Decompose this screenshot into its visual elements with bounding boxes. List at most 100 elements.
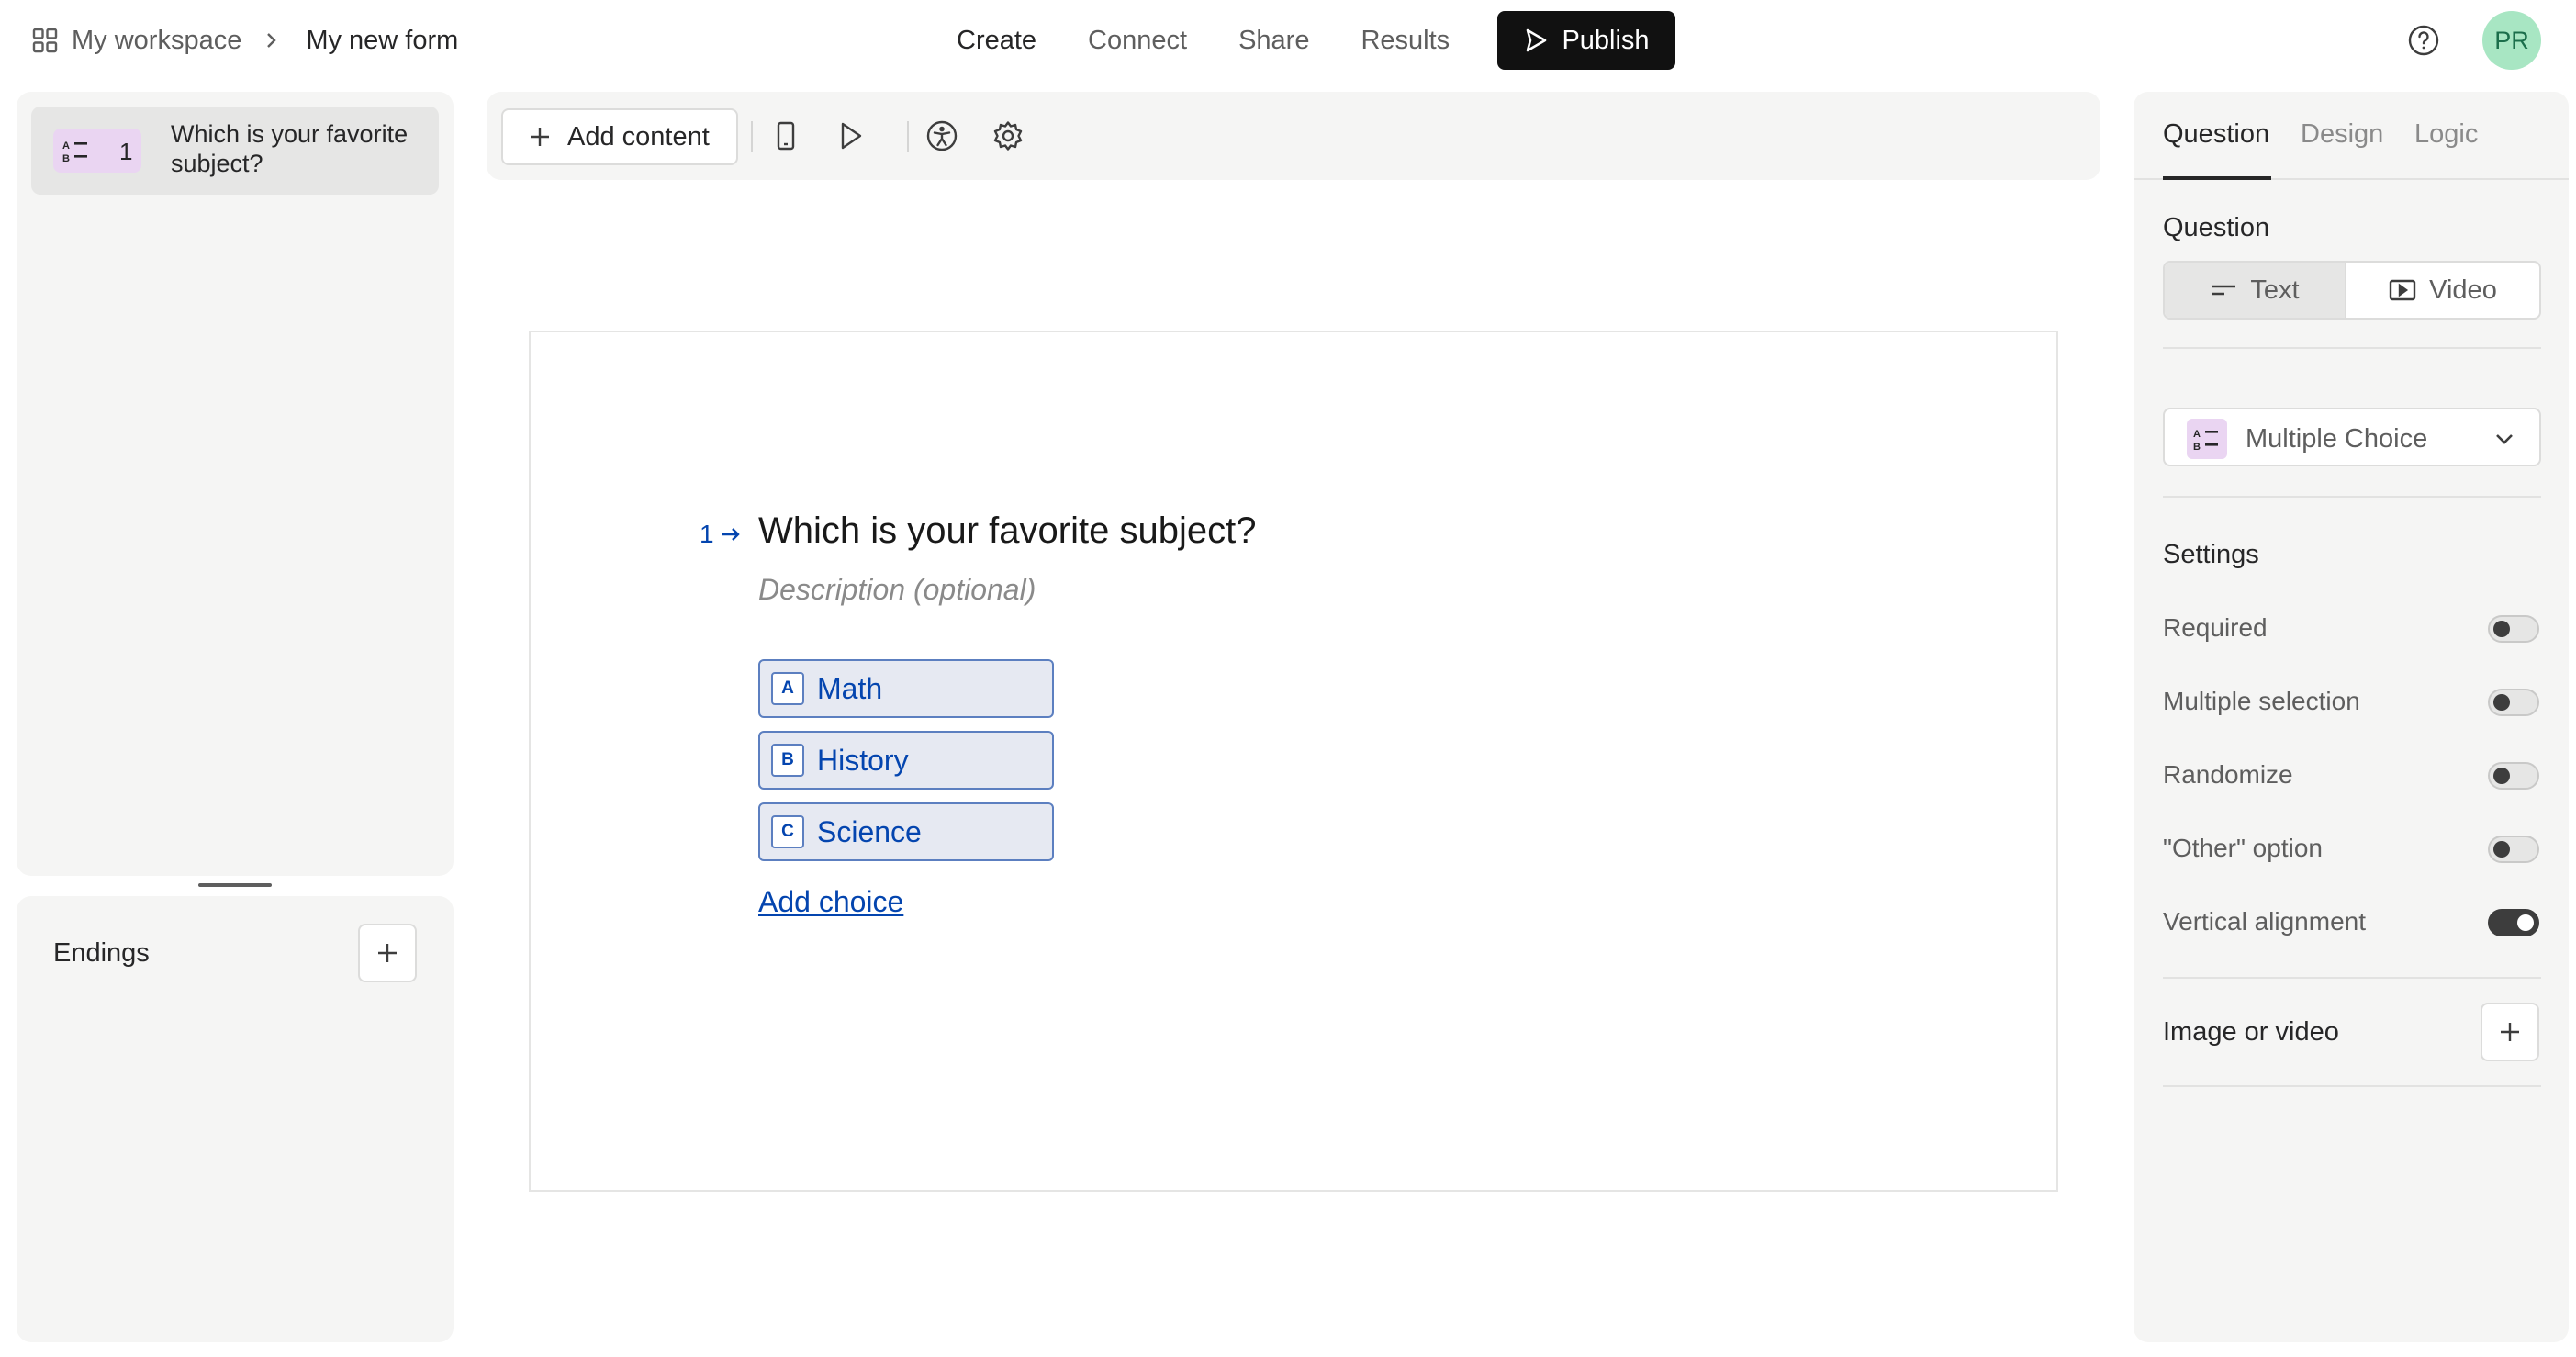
tab-design[interactable]: Design bbox=[2301, 119, 2383, 150]
panel-resize-handle[interactable] bbox=[198, 883, 272, 887]
help-icon[interactable] bbox=[2407, 24, 2440, 57]
required-toggle[interactable] bbox=[2488, 615, 2539, 643]
settings-title: Settings bbox=[2163, 540, 2259, 569]
setting-randomize: Randomize bbox=[2163, 757, 2541, 793]
breadcrumb: My workspace My new form bbox=[31, 20, 458, 61]
vertical-alignment-toggle[interactable] bbox=[2488, 909, 2539, 936]
publish-button[interactable]: Publish bbox=[1497, 11, 1675, 70]
choice-key: B bbox=[771, 744, 804, 777]
main-nav: Create Connect Share Results bbox=[957, 20, 1501, 61]
toggle-knob bbox=[2493, 768, 2510, 784]
svg-text:B: B bbox=[2193, 442, 2201, 451]
svg-text:A: A bbox=[2193, 429, 2201, 440]
tab-question[interactable]: Question bbox=[2163, 119, 2269, 150]
multiple-selection-toggle[interactable] bbox=[2488, 689, 2539, 716]
setting-label: "Other" option bbox=[2163, 834, 2323, 862]
setting-label: Vertical alignment bbox=[2163, 907, 2367, 936]
toolbar-divider bbox=[907, 121, 909, 152]
svg-text:A: A bbox=[62, 140, 70, 151]
breadcrumb-form-name[interactable]: My new form bbox=[306, 26, 458, 56]
choice-key: A bbox=[771, 672, 804, 705]
question-type-badge: A B 1 bbox=[53, 129, 141, 173]
mode-text-label: Text bbox=[2250, 275, 2300, 305]
avatar[interactable]: PR bbox=[2482, 11, 2541, 70]
setting-label: Multiple selection bbox=[2163, 687, 2360, 715]
randomize-toggle[interactable] bbox=[2488, 762, 2539, 790]
multiple-choice-icon: A B bbox=[2193, 429, 2218, 451]
question-type-label: Multiple Choice bbox=[2246, 424, 2428, 454]
toolbar-divider bbox=[751, 121, 753, 152]
nav-results[interactable]: Results bbox=[1361, 26, 1450, 56]
question-list-item[interactable]: A B 1 Which is your favorite subject? bbox=[31, 107, 439, 195]
add-media-button[interactable] bbox=[2481, 1003, 2539, 1061]
arrow-right-icon bbox=[722, 528, 740, 541]
tab-logic[interactable]: Logic bbox=[2414, 119, 2478, 150]
publish-label: Publish bbox=[1562, 25, 1650, 55]
question-number: 1 bbox=[700, 520, 714, 548]
add-content-label: Add content bbox=[567, 121, 710, 151]
divider bbox=[2163, 496, 2541, 498]
video-icon bbox=[2389, 279, 2416, 301]
question-mode-toggle: Text Video bbox=[2163, 261, 2541, 320]
editor-toolbar: Add content bbox=[487, 92, 2100, 180]
choice-option[interactable]: C Science bbox=[758, 802, 1054, 861]
setting-label: Randomize bbox=[2163, 760, 2293, 789]
question-number-marker: 1 bbox=[700, 520, 742, 549]
divider bbox=[2163, 977, 2541, 979]
panel-tabs: Question Design Logic bbox=[2134, 92, 2569, 180]
add-choice-link[interactable]: Add choice bbox=[758, 885, 903, 919]
choice-label[interactable]: Math bbox=[817, 672, 882, 706]
question-description-input[interactable]: Description (optional) bbox=[758, 573, 1036, 607]
questions-panel: A B 1 Which is your favorite subject? bbox=[17, 92, 454, 876]
text-lines-icon bbox=[2212, 285, 2236, 296]
question-section-title: Question bbox=[2163, 213, 2270, 242]
setting-vertical-alignment: Vertical alignment bbox=[2163, 903, 2541, 940]
chevron-down-icon bbox=[2496, 434, 2513, 444]
setting-multiple-selection: Multiple selection bbox=[2163, 683, 2541, 720]
multiple-choice-icon: A B bbox=[62, 140, 87, 163]
plus-icon bbox=[2501, 1023, 2519, 1041]
setting-other-option: "Other" option bbox=[2163, 830, 2541, 867]
add-content-button[interactable]: Add content bbox=[501, 108, 738, 165]
nav-share[interactable]: Share bbox=[1238, 26, 1309, 56]
choice-option[interactable]: B History bbox=[758, 731, 1054, 790]
grid-icon[interactable] bbox=[31, 27, 59, 54]
setting-required: Required bbox=[2163, 610, 2541, 646]
mobile-preview-icon[interactable] bbox=[769, 119, 802, 152]
nav-create[interactable]: Create bbox=[957, 26, 1036, 56]
choice-option[interactable]: A Math bbox=[758, 659, 1054, 718]
properties-panel: Question Design Logic Question Text Vide… bbox=[2134, 92, 2569, 1342]
question-number: 1 bbox=[119, 138, 133, 165]
form-canvas: 1 Which is your favorite subject? Descri… bbox=[529, 331, 2058, 1192]
endings-panel: Endings bbox=[17, 896, 454, 1342]
setting-label: Required bbox=[2163, 613, 2268, 642]
choice-key: C bbox=[771, 815, 804, 848]
plus-icon bbox=[531, 128, 549, 146]
toggle-knob bbox=[2493, 694, 2510, 711]
other-option-toggle[interactable] bbox=[2488, 836, 2539, 863]
add-ending-button[interactable] bbox=[358, 924, 417, 982]
question-title-input[interactable]: Which is your favorite subject? bbox=[758, 510, 1256, 552]
settings-icon[interactable] bbox=[991, 119, 1025, 152]
question-type-badge: A B bbox=[2187, 419, 2227, 459]
divider bbox=[2163, 1085, 2541, 1087]
mode-text-button[interactable]: Text bbox=[2165, 263, 2345, 318]
question-list-title: Which is your favorite subject? bbox=[171, 120, 409, 177]
endings-label: Endings bbox=[53, 938, 150, 968]
breadcrumb-workspace[interactable]: My workspace bbox=[72, 26, 241, 56]
mode-video-button[interactable]: Video bbox=[2345, 263, 2539, 318]
send-icon bbox=[1527, 28, 1547, 52]
image-or-video-label: Image or video bbox=[2163, 1017, 2339, 1047]
play-preview-icon[interactable] bbox=[834, 119, 867, 152]
choice-label[interactable]: History bbox=[817, 744, 909, 778]
svg-text:B: B bbox=[62, 153, 70, 163]
question-type-dropdown[interactable]: A B Multiple Choice bbox=[2163, 408, 2541, 466]
active-tab-indicator bbox=[2163, 176, 2271, 180]
divider bbox=[2163, 347, 2541, 349]
accessibility-icon[interactable] bbox=[925, 119, 958, 152]
nav-connect[interactable]: Connect bbox=[1088, 26, 1187, 56]
choice-label[interactable]: Science bbox=[817, 815, 922, 849]
top-bar: My workspace My new form Create Connect … bbox=[0, 0, 2576, 81]
plus-icon bbox=[378, 944, 397, 962]
toggle-knob bbox=[2493, 841, 2510, 858]
